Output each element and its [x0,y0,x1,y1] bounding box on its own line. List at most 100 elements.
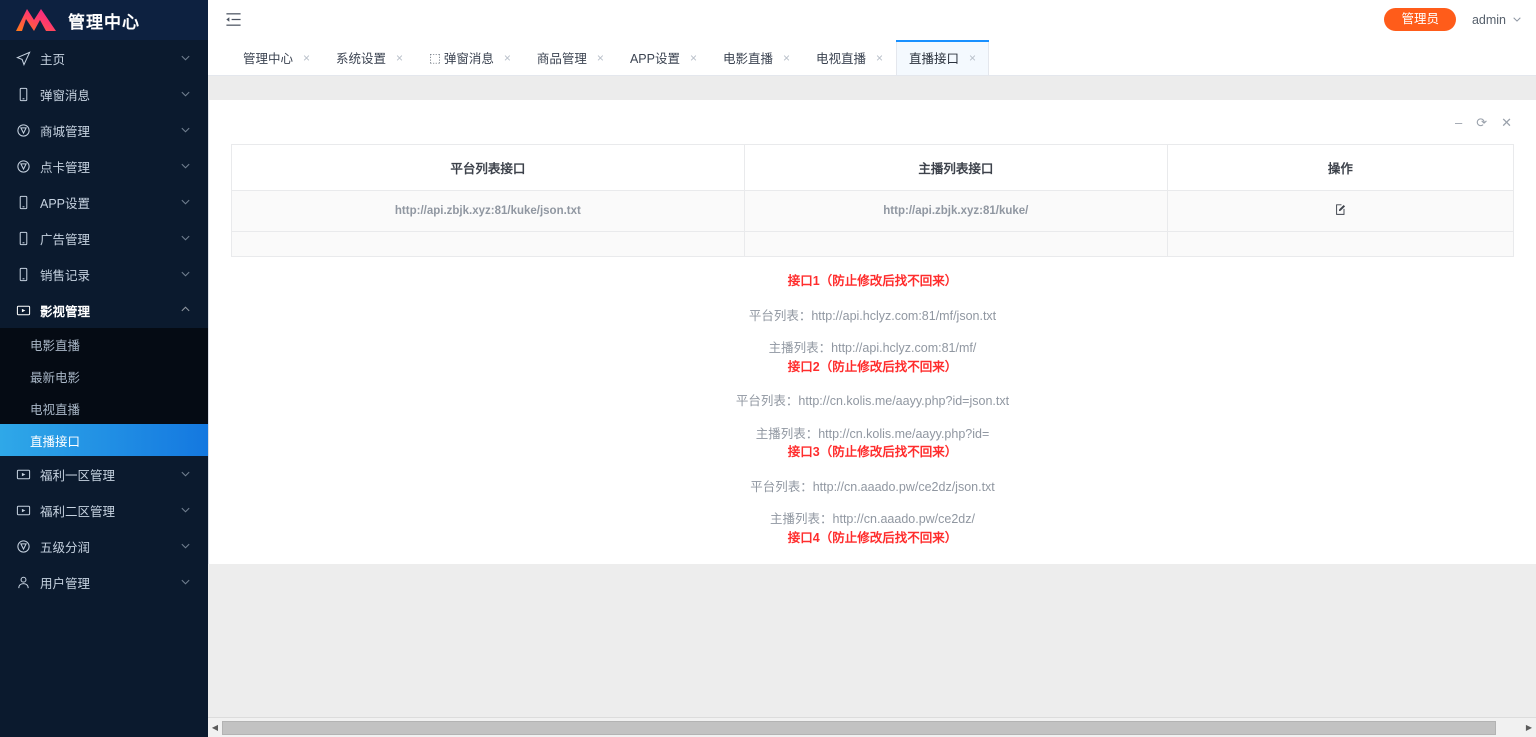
note-title: 接口2（防止修改后找不回来） [787,359,958,374]
column-header-anchor-list: 主播列表接口 [744,144,1168,191]
note-platform-line: 平台列表：http://cn.kolis.me/aayy.php?id=json… [735,394,1010,408]
close-icon[interactable]: × [690,52,697,64]
chevron-down-icon [180,160,192,172]
note-title: 接口1（防止修改后找不回来） [787,274,958,288]
sidebar-item-home[interactable]: 主页 [0,40,208,76]
role-badge[interactable]: 管理员 [1384,8,1456,31]
sidebar-item-five-level-profit[interactable]: 五级分润 [0,528,208,564]
content-top-strip [208,76,1536,100]
note-anchor-line: 主播列表：http://cn.kolis.me/aayy.php?id= [755,426,990,441]
sidebar-item-label: 主页 [40,52,66,67]
sidebar-item-popup-message[interactable]: 弹窗消息 [0,76,208,112]
tab-popup-message[interactable]: ⬚ 弹窗消息 × [416,40,524,75]
brand-title: 管理中心 [68,12,140,32]
close-icon[interactable]: × [504,52,511,64]
sidebar-item-ad-management[interactable]: 广告管理 [0,220,208,256]
sidebar-menu: 主页 弹窗消息 商城管理 点卡管理 APP设置 广告管理 销售记录 影视管理 电… [0,40,208,600]
column-header-platform-list: 平台列表接口 [231,144,745,191]
chevron-down-icon [180,52,192,64]
tab-movie-live[interactable]: 电影直播 × [710,40,803,75]
tab-label: 电影直播 [722,52,773,66]
tab-tv-live[interactable]: 电视直播 × [803,40,896,75]
send-icon [14,49,32,67]
refresh-button[interactable]: ⟳ [1476,116,1487,129]
sidebar-item-welfare-zone-1[interactable]: 福利一区管理 [0,456,208,492]
sidebar-item-app-settings[interactable]: APP设置 [0,184,208,220]
close-icon[interactable]: × [783,52,790,64]
scroll-left-arrow-icon[interactable]: ◀ [208,718,222,737]
menu-fold-icon[interactable] [222,9,244,31]
scroll-right-arrow-icon[interactable]: ▶ [1522,718,1536,737]
sidebar-item-label: 点卡管理 [40,160,91,175]
interface-notes: 接口1（防止修改后找不回来） 平台列表：http://api.hclyz.com… [209,275,1536,611]
close-icon[interactable]: × [969,52,976,64]
sidebar-subitem-latest-movies[interactable]: 最新电影 [0,360,208,392]
tab-system-settings[interactable]: 系统设置 × [323,40,416,75]
scrollbar-thumb[interactable] [222,720,1496,735]
tab-label: 电视直播 [816,52,867,66]
sidebar-subitem-label: 电视直播 [30,402,81,417]
sidebar-subitem-live-interface[interactable]: 直播接口 [0,424,208,456]
close-button[interactable]: ✕ [1501,116,1512,129]
sidebar-subitem-movie-live[interactable]: 电影直播 [0,328,208,360]
brand-header[interactable]: 管理中心 [0,0,208,40]
chevron-down-icon [180,468,192,480]
edit-icon[interactable] [1334,203,1347,216]
sidebar-item-label: 五级分润 [40,540,91,555]
sidebar-item-label: 用户管理 [40,576,91,591]
sidebar-item-user-management[interactable]: 用户管理 [0,564,208,600]
tab-bar: 管理中心 × 系统设置 × ⬚ 弹窗消息 × 商品管理 × APP设置 × 电影… [208,40,1536,76]
chevron-down-icon [180,88,192,100]
sidebar-item-card-management[interactable]: 点卡管理 [0,148,208,184]
tab-product-management[interactable]: 商品管理 × [524,40,617,75]
table-header-row: 平台列表接口 主播列表接口 操作 [231,144,1514,191]
tab-live-interface[interactable]: 直播接口 × [896,40,990,75]
table-body: http://api.zbjk.xyz:81/kuke/json.txt htt… [231,190,1514,257]
filler-cell [231,231,745,257]
close-icon[interactable]: × [597,52,604,64]
chevron-down-icon [180,268,192,280]
user-menu[interactable]: admin [1472,13,1522,27]
table-head: 平台列表接口 主播列表接口 操作 [231,144,1514,191]
tab-label: 商品管理 [536,52,587,66]
sidebar-item-sales-record[interactable]: 销售记录 [0,256,208,292]
sidebar-item-video-management[interactable]: 影视管理 [0,292,208,328]
scrollbar-track[interactable] [222,718,1522,737]
chevron-down-icon [180,504,192,516]
video-icon [14,465,32,483]
sidebar-item-welfare-zone-2[interactable]: 福利二区管理 [0,492,208,528]
content-panel: – ⟳ ✕ 平台列表接口 主播列表接口 操作 http://api.zbjk.x… [208,100,1536,611]
minimize-button[interactable]: – [1455,116,1462,129]
tab-label: APP设置 [629,52,680,66]
chevron-down-icon [180,196,192,208]
table-filler-row [231,231,1514,257]
table-row[interactable]: http://api.zbjk.xyz:81/kuke/json.txt htt… [231,190,1514,232]
user-icon [14,573,32,591]
horizontal-scrollbar[interactable]: ◀ ▶ [208,717,1536,737]
filler-cell [1167,231,1514,257]
tab-management-center[interactable]: 管理中心 × [230,40,323,75]
note-platform-line: 平台列表：http://api.hclyz.com:81/mf/json.txt [748,308,997,323]
sidebar-item-label: APP设置 [40,196,91,211]
chevron-down-icon [180,124,192,136]
compass-icon [14,537,32,555]
topbar: 管理员 admin [208,0,1536,40]
sidebar-subitem-tv-live[interactable]: 电视直播 [0,392,208,424]
chevron-down-icon [180,232,192,244]
sidebar: 管理中心 主页 弹窗消息 商城管理 点卡管理 APP设置 广告管理 销售记录 影… [0,0,208,737]
username-label: admin [1471,12,1506,27]
mobile-icon [14,265,32,283]
sidebar-item-mall-management[interactable]: 商城管理 [0,112,208,148]
tab-label: 弹窗消息 [443,52,494,66]
close-icon[interactable]: × [303,52,310,64]
close-icon[interactable]: × [876,52,883,64]
tab-app-settings[interactable]: APP设置 × [617,40,710,75]
cell-anchor-url: http://api.zbjk.xyz:81/kuke/ [744,190,1168,232]
sidebar-submenu-video: 电影直播 最新电影 电视直播 直播接口 [0,328,208,456]
close-icon[interactable]: × [396,52,403,64]
app-root: 管理中心 主页 弹窗消息 商城管理 点卡管理 APP设置 广告管理 销售记录 影… [0,0,1536,737]
